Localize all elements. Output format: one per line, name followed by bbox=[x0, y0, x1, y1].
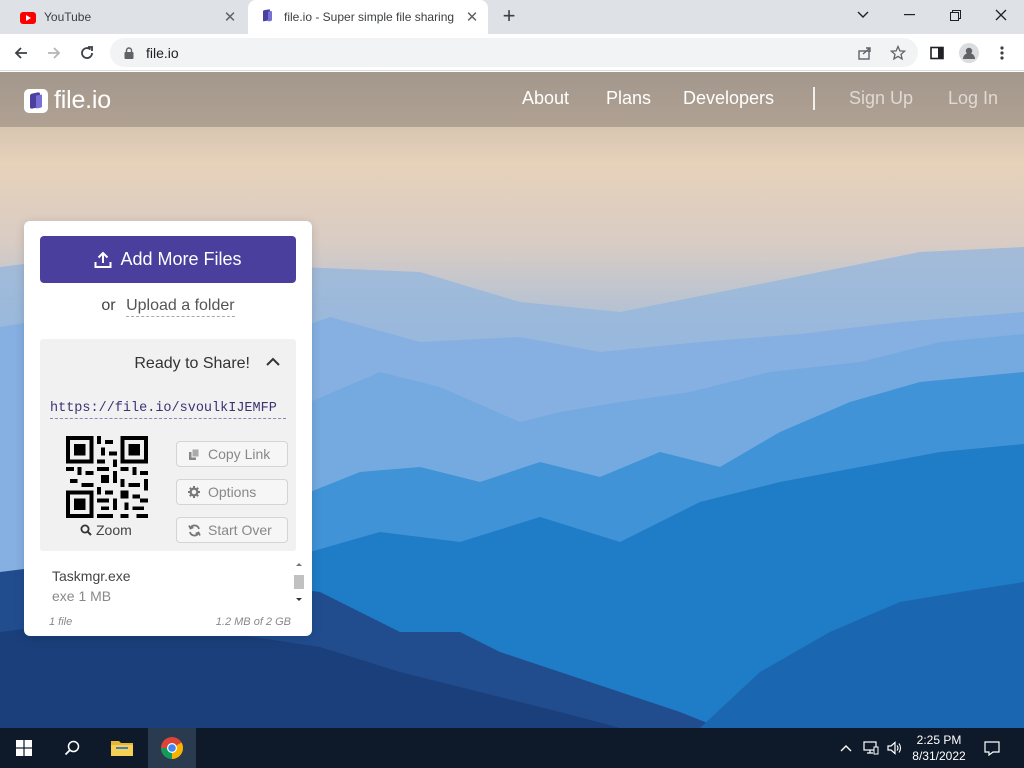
nav-plans[interactable]: Plans bbox=[606, 88, 651, 109]
clock-time: 2:25 PM bbox=[916, 733, 962, 747]
side-panel-icon[interactable] bbox=[924, 40, 950, 66]
logo-text: file.io bbox=[54, 86, 111, 114]
close-window-button[interactable] bbox=[978, 0, 1024, 30]
volume-icon[interactable] bbox=[884, 728, 906, 768]
or-text: or bbox=[101, 297, 116, 314]
start-over-label: Start Over bbox=[208, 522, 272, 538]
chevron-up-icon bbox=[840, 745, 852, 752]
lock-icon[interactable] bbox=[122, 46, 136, 60]
options-label: Options bbox=[208, 484, 257, 500]
clock-date: 8/31/2022 bbox=[912, 749, 966, 763]
refresh-icon bbox=[187, 524, 201, 537]
add-more-files-label: Add More Files bbox=[120, 249, 242, 269]
fileio-icon bbox=[263, 9, 272, 22]
file-list-scrollbar[interactable] bbox=[292, 560, 306, 604]
back-button[interactable] bbox=[8, 40, 34, 66]
file-meta: exe 1 MB bbox=[52, 588, 112, 604]
close-tab-icon[interactable]: ✕ bbox=[220, 8, 240, 26]
close-tab-icon[interactable]: ✕ bbox=[462, 8, 482, 26]
forward-button[interactable] bbox=[41, 40, 67, 66]
tab-search-icon[interactable] bbox=[840, 0, 886, 30]
start-button[interactable] bbox=[0, 728, 48, 768]
zoom-label: Zoom bbox=[96, 522, 132, 538]
file-list-item: Taskmgr.exe exe 1 MB bbox=[52, 566, 131, 606]
more-menu-icon[interactable] bbox=[989, 40, 1015, 66]
file-count: 1 file bbox=[49, 616, 73, 628]
youtube-icon bbox=[20, 12, 36, 24]
windows-logo-icon bbox=[16, 740, 32, 756]
copy-link-label: Copy Link bbox=[208, 446, 271, 462]
notification-icon bbox=[984, 740, 1000, 756]
reload-button[interactable] bbox=[74, 40, 100, 66]
gear-icon bbox=[187, 486, 201, 498]
copy-icon bbox=[187, 448, 201, 461]
system-clock[interactable]: 2:25 PM 8/31/2022 bbox=[906, 732, 972, 764]
restore-button[interactable] bbox=[932, 0, 978, 30]
bookmark-star-icon[interactable] bbox=[885, 40, 911, 66]
magnifier-icon bbox=[80, 524, 92, 536]
tab-title: file.io - Super simple file sharing bbox=[284, 10, 455, 24]
new-tab-button[interactable]: + bbox=[496, 5, 522, 29]
page-viewport: file.io About Plans Developers Sign Up L… bbox=[0, 72, 1024, 728]
qr-code-image[interactable] bbox=[66, 436, 148, 518]
upload-folder-line: or Upload a folder bbox=[24, 297, 312, 317]
network-icon[interactable] bbox=[860, 728, 882, 768]
site-header: file.io About Plans Developers Sign Up L… bbox=[0, 72, 1024, 127]
search-button[interactable] bbox=[48, 728, 96, 768]
nav-about[interactable]: About bbox=[522, 88, 569, 109]
windows-taskbar: 2:25 PM 8/31/2022 bbox=[0, 728, 1024, 768]
tab-fileio[interactable]: file.io - Super simple file sharing ✕ bbox=[248, 0, 488, 34]
tab-title: YouTube bbox=[44, 10, 92, 24]
nav-log-in[interactable]: Log In bbox=[948, 88, 998, 109]
fileio-logo-icon bbox=[24, 88, 48, 113]
file-explorer-button[interactable] bbox=[98, 728, 146, 768]
collapse-chevron-icon[interactable] bbox=[264, 353, 282, 371]
browser-toolbar: file.io bbox=[0, 34, 1024, 71]
start-over-button[interactable]: Start Over bbox=[176, 517, 288, 543]
notification-button[interactable] bbox=[978, 728, 1006, 768]
file-name: Taskmgr.exe bbox=[52, 568, 131, 584]
folder-icon bbox=[111, 741, 133, 756]
nav-sign-up[interactable]: Sign Up bbox=[849, 88, 913, 109]
address-text: file.io bbox=[146, 44, 179, 61]
upload-icon bbox=[94, 251, 112, 268]
show-hidden-icons-button[interactable] bbox=[836, 728, 856, 768]
options-button[interactable]: Options bbox=[176, 479, 288, 505]
minimize-button[interactable] bbox=[886, 0, 932, 30]
profile-avatar-icon[interactable] bbox=[956, 40, 982, 66]
share-link-url[interactable]: https://file.io/svoulkIJEMFP bbox=[50, 401, 286, 419]
upload-folder-link[interactable]: Upload a folder bbox=[126, 297, 235, 317]
chrome-taskbar-button[interactable] bbox=[148, 728, 196, 768]
nav-developers[interactable]: Developers bbox=[683, 88, 774, 109]
storage-usage: 1.2 MB of 2 GB bbox=[215, 616, 291, 628]
site-logo[interactable]: file.io bbox=[24, 86, 111, 115]
copy-link-button[interactable]: Copy Link bbox=[176, 441, 288, 467]
search-icon bbox=[64, 740, 80, 756]
tab-youtube[interactable]: YouTube ✕ bbox=[8, 0, 246, 34]
add-more-files-button[interactable]: Add More Files bbox=[40, 236, 296, 283]
zoom-qr-button[interactable]: Zoom bbox=[80, 522, 132, 538]
nav-divider bbox=[813, 87, 815, 110]
tab-strip: YouTube ✕ file.io - Super simple file sh… bbox=[0, 0, 1024, 34]
address-bar[interactable]: file.io bbox=[110, 38, 918, 67]
share-panel-title: Ready to Share! bbox=[134, 355, 250, 372]
share-icon[interactable] bbox=[852, 40, 878, 66]
upload-card: Add More Files or Upload a folder Ready … bbox=[24, 221, 312, 636]
chrome-icon bbox=[161, 737, 183, 759]
share-panel: Ready to Share! https://file.io/svoulkIJ… bbox=[40, 339, 296, 551]
card-footer: 1 file 1.2 MB of 2 GB bbox=[49, 616, 291, 628]
